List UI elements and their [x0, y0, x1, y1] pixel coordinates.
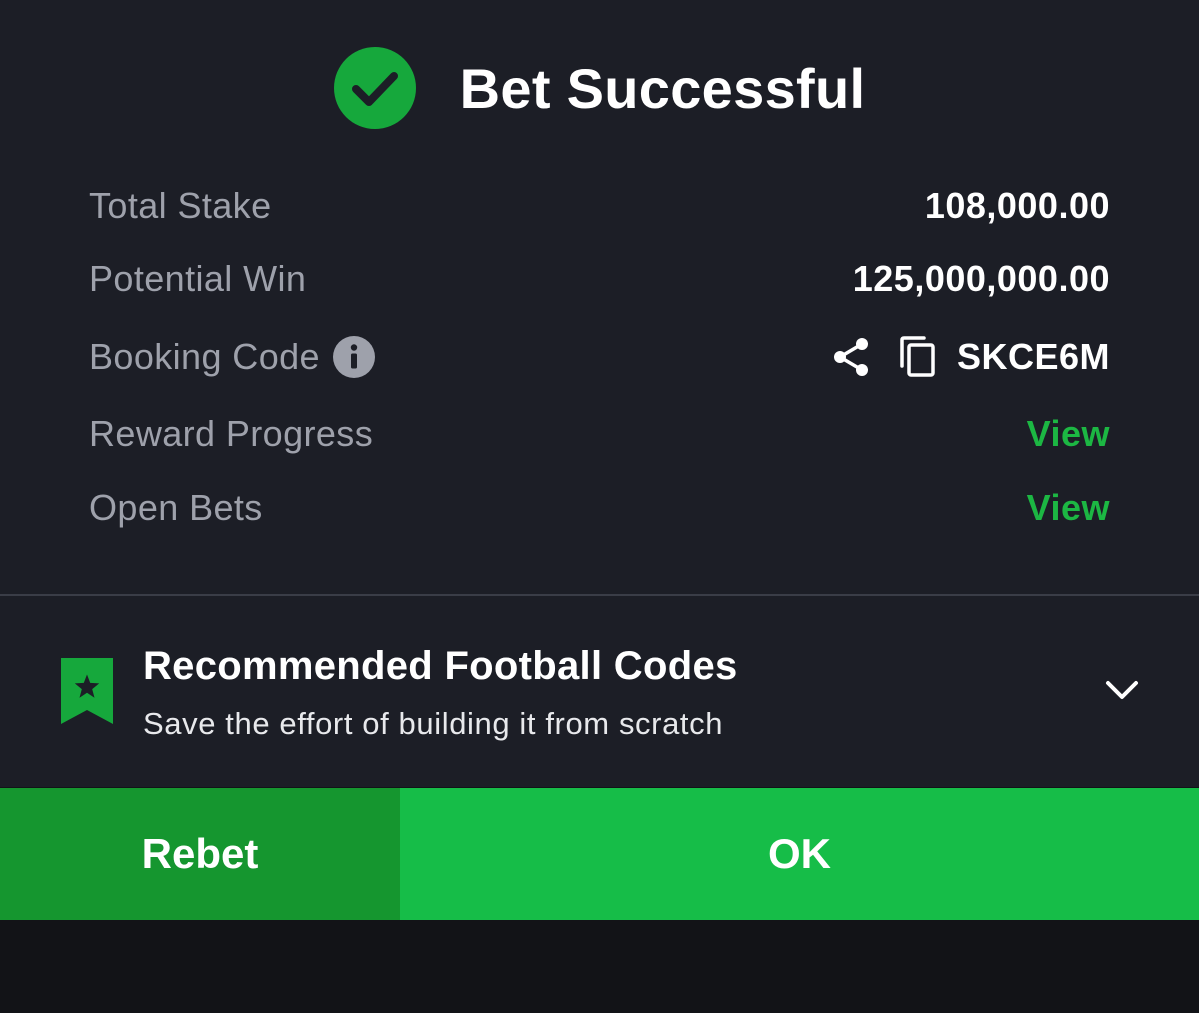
booking-code-value-group: SKCE6M: [831, 335, 1110, 379]
rebet-button[interactable]: Rebet: [0, 788, 400, 920]
reward-progress-row: Reward Progress View: [89, 404, 1110, 464]
open-bets-view-link[interactable]: View: [1027, 487, 1110, 529]
check-circle-icon: [333, 47, 416, 129]
reward-progress-label: Reward Progress: [89, 413, 374, 454]
open-bets-label: Open Bets: [89, 487, 263, 528]
booking-code-label-group: Booking Code: [89, 335, 376, 379]
potential-win-value: 125,000,000.00: [852, 258, 1110, 299]
recommended-codes-section[interactable]: Recommended Football Codes Save the effo…: [0, 596, 1199, 787]
share-icon[interactable]: [831, 335, 871, 379]
chevron-down-icon[interactable]: [1104, 678, 1140, 702]
ok-button[interactable]: OK: [400, 788, 1199, 920]
success-header: Bet Successful: [0, 40, 1199, 136]
info-icon[interactable]: [332, 335, 376, 379]
booking-code-value[interactable]: SKCE6M: [957, 336, 1110, 378]
total-stake-row: Total Stake 108,000.00: [89, 176, 1110, 236]
potential-win-label: Potential Win: [89, 258, 307, 299]
recommended-subtitle: Save the effort of building it from scra…: [143, 706, 724, 741]
bookmark-star-icon: [61, 658, 113, 724]
booking-code-row: Booking Code SKCE6M: [89, 327, 1110, 387]
recommended-title: Recommended Football Codes: [143, 644, 738, 688]
total-stake-value: 108,000.00: [924, 185, 1110, 226]
copy-icon[interactable]: [897, 335, 937, 379]
bottom-bar: [0, 920, 1199, 1013]
reward-progress-view-link[interactable]: View: [1027, 413, 1110, 455]
potential-win-row: Potential Win 125,000,000.00: [89, 249, 1110, 309]
total-stake-label: Total Stake: [89, 185, 272, 226]
page-title: Bet Successful: [459, 56, 866, 120]
booking-code-label: Booking Code: [89, 336, 320, 377]
bet-success-panel: Bet Successful Total Stake 108,000.00 Po…: [0, 0, 1199, 787]
open-bets-row: Open Bets View: [89, 478, 1110, 538]
